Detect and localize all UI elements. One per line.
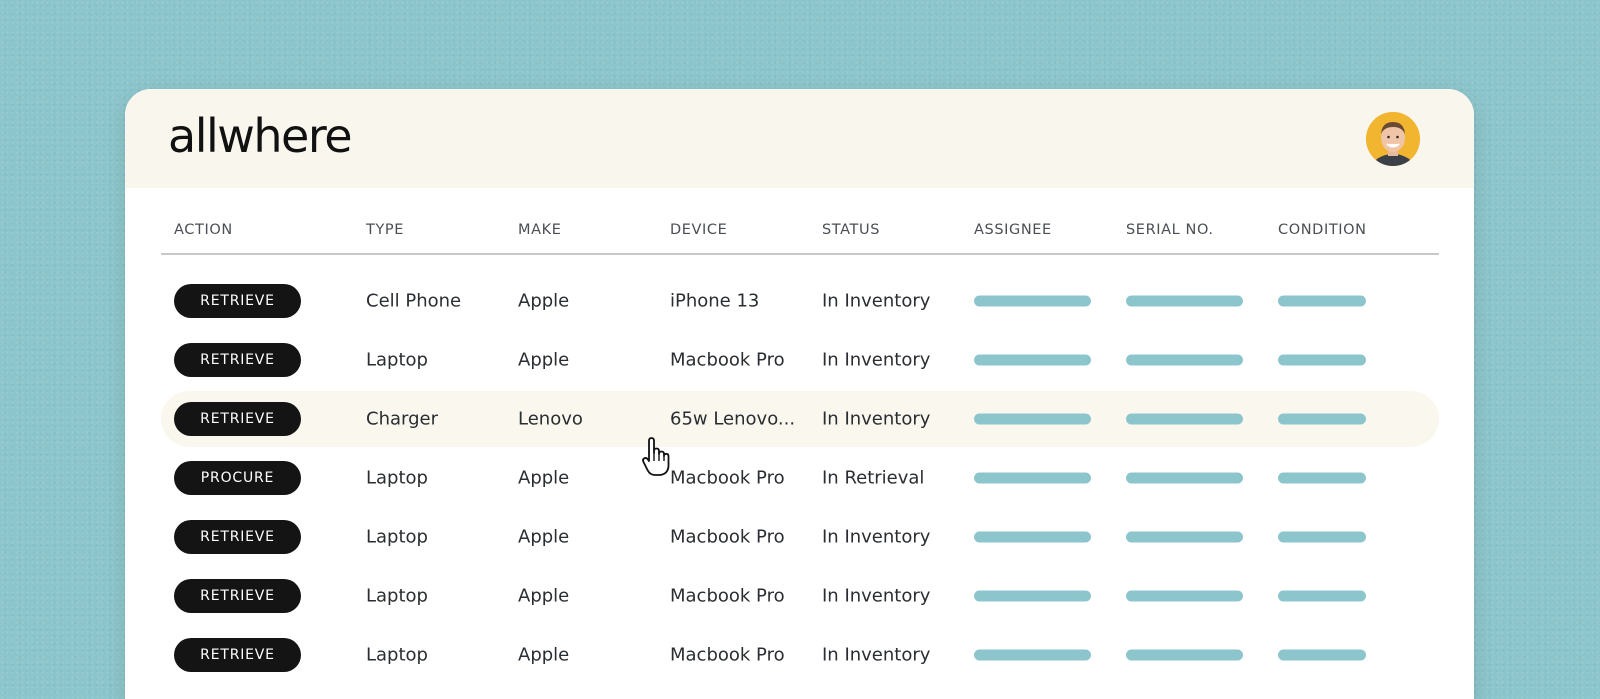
column-header-serial-no[interactable]: SERIAL NO. [1126, 222, 1214, 238]
table-row[interactable]: RETRIEVE Charger Lenovo 65w Lenovo... In Inv… [161, 391, 1439, 447]
placeholder-bar-assignee [974, 413, 1091, 425]
cell-device: Macbook Pro [670, 467, 785, 489]
column-header-type[interactable]: TYPE [366, 222, 404, 238]
placeholder-bar-condition [1278, 590, 1366, 602]
cell-type: Laptop [366, 349, 428, 371]
placeholder-bar-assignee [974, 590, 1091, 602]
cell-status: In Inventory [822, 644, 931, 666]
cell-make: Apple [518, 526, 570, 548]
column-header-device[interactable]: DEVICE [670, 222, 727, 238]
cell-make: Apple [518, 349, 570, 371]
cell-status: In Inventory [822, 526, 931, 548]
action-button-retrieve[interactable]: RETRIEVE [174, 343, 301, 377]
cell-type: Charger [366, 408, 438, 430]
placeholder-bar-condition [1278, 472, 1366, 484]
cell-make: Apple [518, 644, 570, 666]
column-header-assignee[interactable]: ASSIGNEE [974, 222, 1052, 238]
placeholder-bar-condition [1278, 295, 1366, 307]
cell-make: Apple [518, 467, 570, 489]
action-button-retrieve[interactable]: RETRIEVE [174, 579, 301, 613]
placeholder-bar-serial-no [1126, 590, 1243, 602]
placeholder-bar-condition [1278, 531, 1366, 543]
column-header-action[interactable]: ACTION [174, 222, 233, 238]
cell-type: Laptop [366, 526, 428, 548]
cell-status: In Inventory [822, 585, 931, 607]
cell-status: In Inventory [822, 290, 931, 312]
placeholder-bar-condition [1278, 413, 1366, 425]
table-row[interactable]: PROCURE Laptop Apple Macbook Pro In Retrieva… [161, 450, 1439, 506]
table-header-row: ACTION TYPE MAKE DEVICE STATUS ASSIGNEE SERIAL… [161, 188, 1439, 255]
app-header: allwhere [125, 89, 1474, 188]
column-header-status[interactable]: STATUS [822, 222, 880, 238]
column-header-condition[interactable]: CONDITION [1278, 222, 1367, 238]
cell-type: Cell Phone [366, 290, 462, 312]
placeholder-bar-serial-no [1126, 649, 1243, 661]
cell-type: Laptop [366, 467, 428, 489]
pointer-hand-icon [642, 437, 670, 476]
cell-status: In Inventory [822, 349, 931, 371]
placeholder-bar-serial-no [1126, 413, 1243, 425]
brand-logo[interactable]: allwhere [168, 109, 353, 163]
action-button-retrieve[interactable]: RETRIEVE [174, 638, 301, 672]
placeholder-bar-serial-no [1126, 531, 1243, 543]
action-button-retrieve[interactable]: RETRIEVE [174, 284, 301, 318]
cell-make: Lenovo [518, 408, 583, 430]
placeholder-bar-assignee [974, 354, 1091, 366]
cell-device: Macbook Pro [670, 585, 785, 607]
cell-device: 65w Lenovo... [670, 408, 796, 430]
placeholder-bar-assignee [974, 472, 1091, 484]
placeholder-bar-assignee [974, 649, 1091, 661]
column-header-make[interactable]: MAKE [518, 222, 562, 238]
placeholder-bar-assignee [974, 531, 1091, 543]
cell-status: In Inventory [822, 408, 931, 430]
cell-device: Macbook Pro [670, 526, 785, 548]
table-row[interactable]: RETRIEVE Laptop Apple Macbook Pro In Invento… [161, 332, 1439, 388]
cell-make: Apple [518, 290, 570, 312]
user-avatar[interactable] [1366, 112, 1420, 166]
cell-type: Laptop [366, 585, 428, 607]
cell-device: Macbook Pro [670, 349, 785, 371]
table-row[interactable]: RETRIEVE Laptop Apple Macbook Pro In Invento… [161, 568, 1439, 624]
table-row[interactable]: RETRIEVE Cell Phone Apple iPhone 13 In Inven… [161, 273, 1439, 329]
user-avatar-icon [1366, 112, 1420, 166]
placeholder-bar-condition [1278, 649, 1366, 661]
cell-device: iPhone 13 [670, 290, 760, 312]
action-button-retrieve[interactable]: RETRIEVE [174, 402, 301, 436]
placeholder-bar-serial-no [1126, 295, 1243, 307]
cell-status: In Retrieval [822, 467, 925, 489]
table-row[interactable]: RETRIEVE Laptop Apple Macbook Pro In Invento… [161, 627, 1439, 683]
table-row[interactable]: RETRIEVE Laptop Apple Macbook Pro In Invento… [161, 509, 1439, 565]
placeholder-bar-condition [1278, 354, 1366, 366]
placeholder-bar-serial-no [1126, 472, 1243, 484]
action-button-retrieve[interactable]: RETRIEVE [174, 520, 301, 554]
placeholder-bar-serial-no [1126, 354, 1243, 366]
cell-device: Macbook Pro [670, 644, 785, 666]
cell-make: Apple [518, 585, 570, 607]
action-button-procure[interactable]: PROCURE [174, 461, 301, 495]
placeholder-bar-assignee [974, 295, 1091, 307]
cell-type: Laptop [366, 644, 428, 666]
